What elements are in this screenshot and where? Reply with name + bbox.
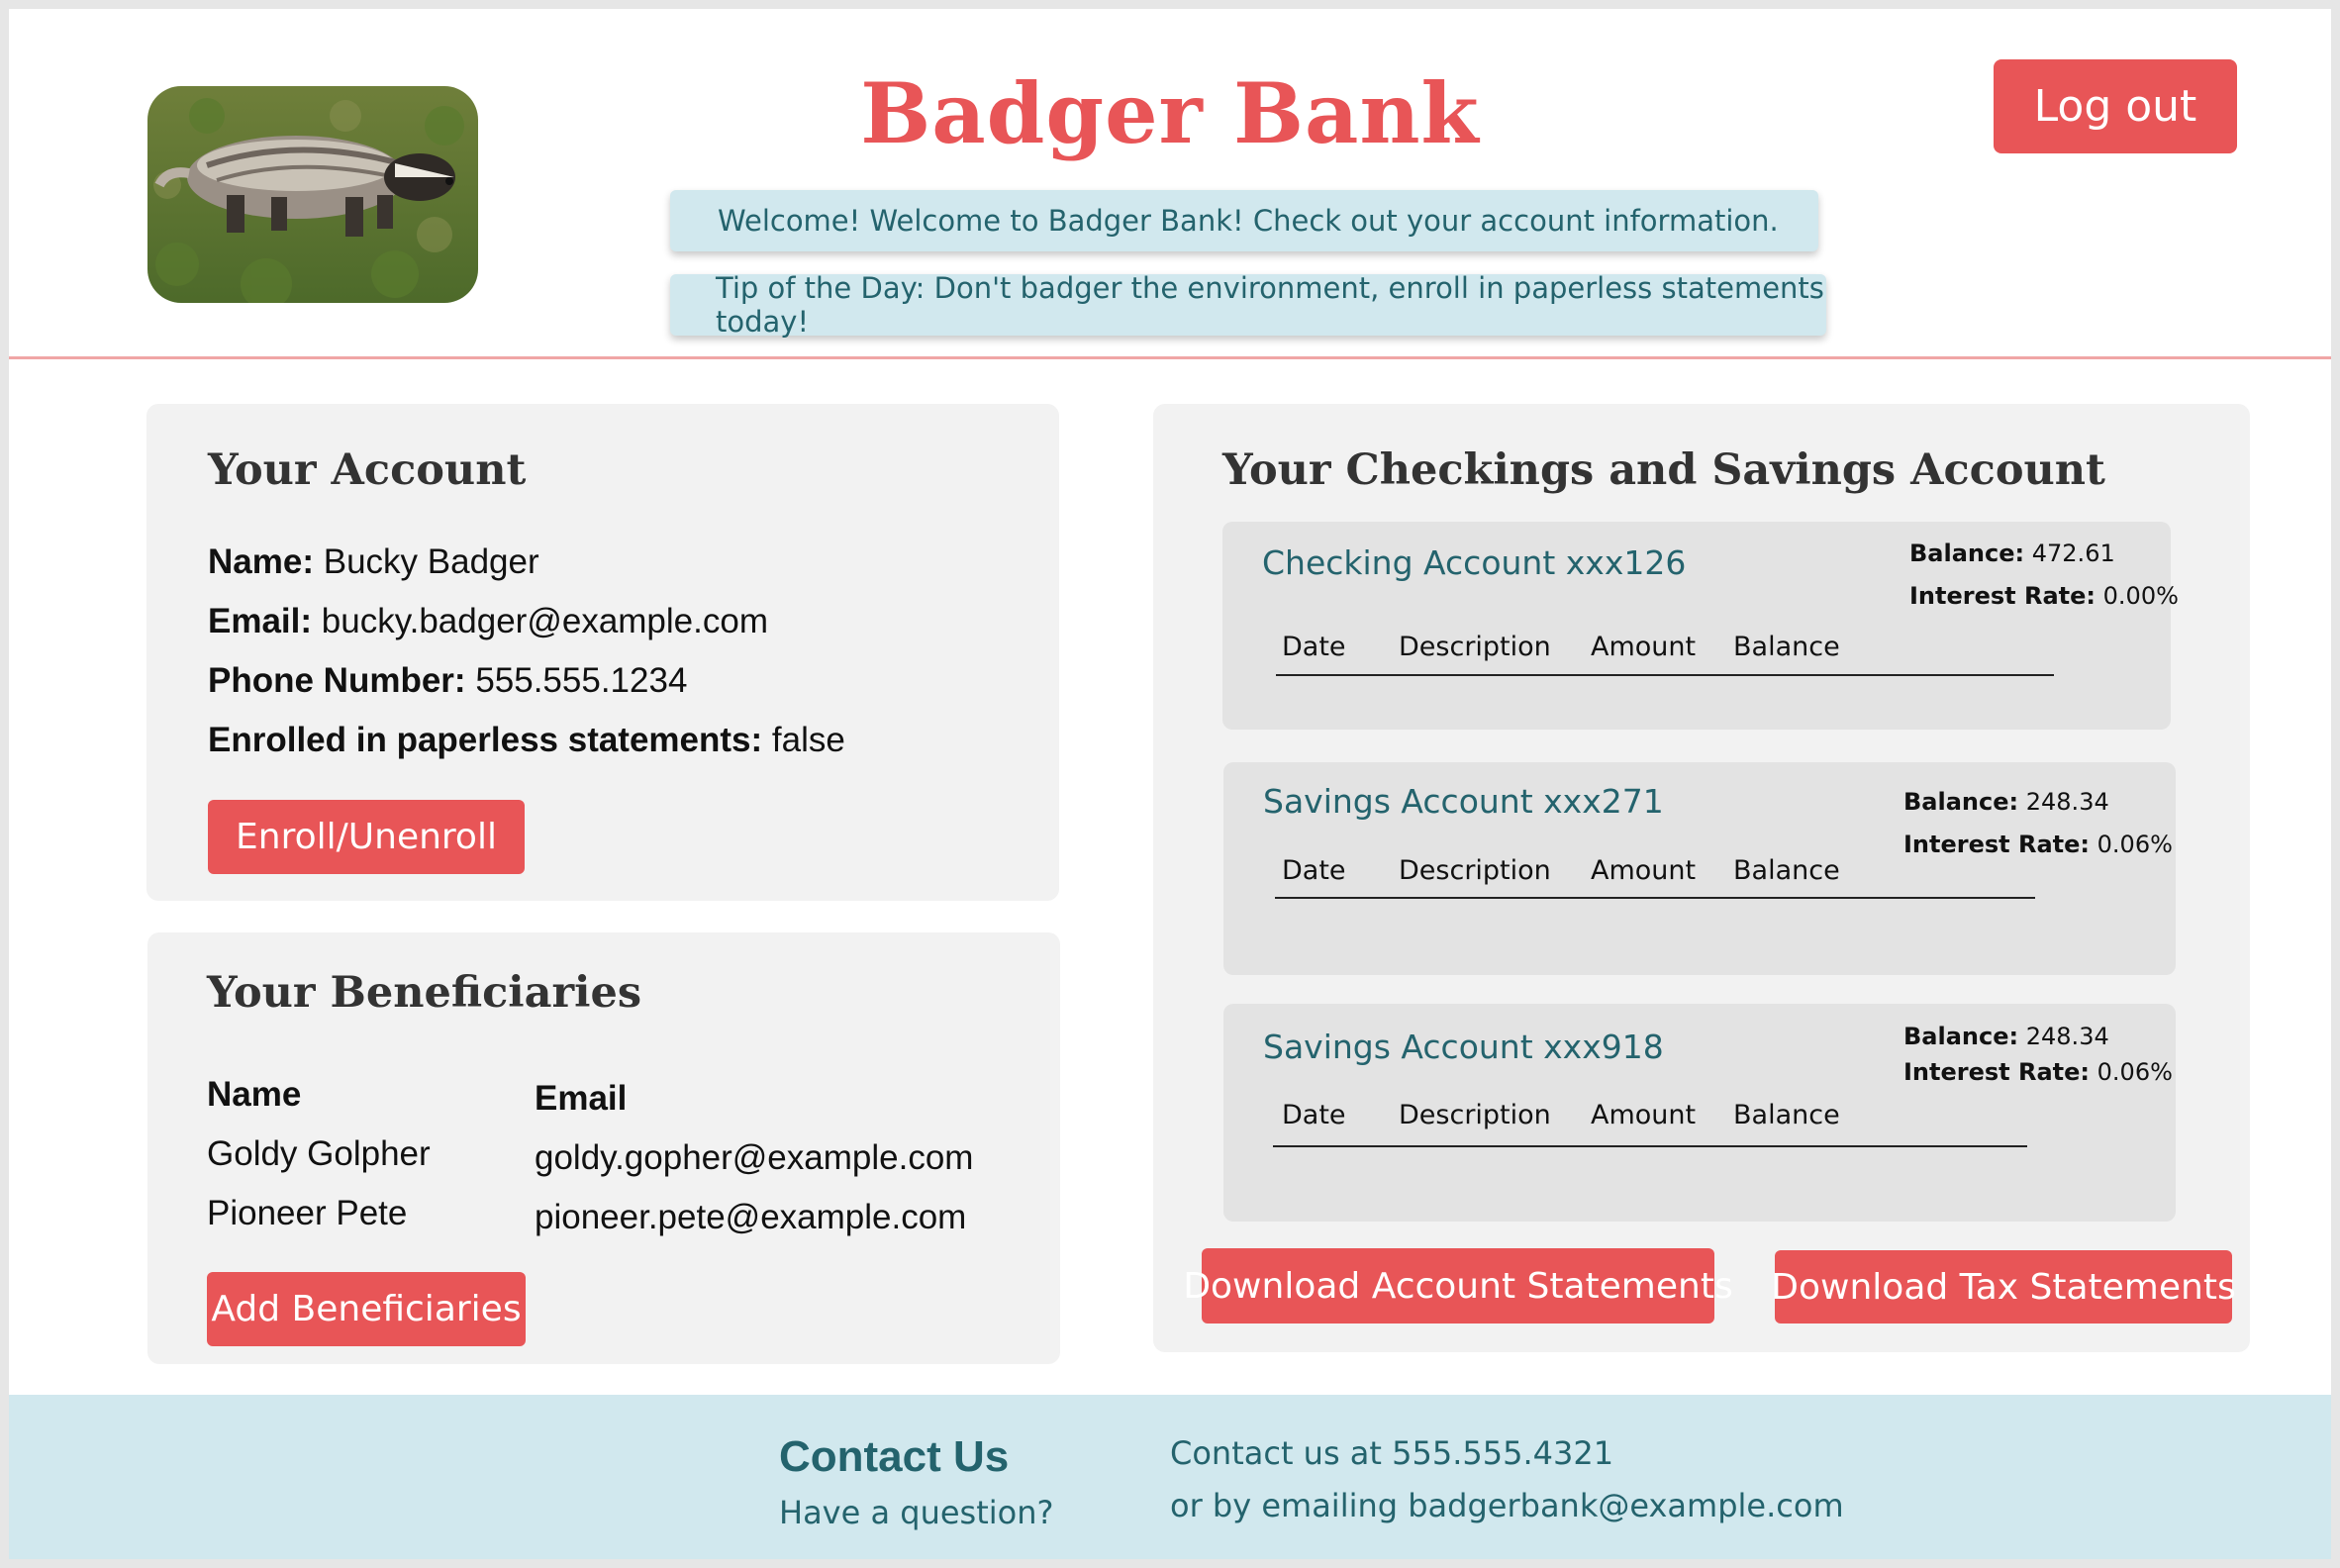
enroll-unenroll-button[interactable]: Enroll/Unenroll <box>208 800 525 874</box>
balance-value: 472.61 <box>2031 539 2115 567</box>
account-interest-rate: Interest Rate: 0.00% <box>1909 582 2179 610</box>
table-header-rule <box>1273 1145 2027 1147</box>
table-header-rule <box>1276 674 2054 676</box>
name-value: Bucky Badger <box>323 542 539 581</box>
column-header-description: Description <box>1399 632 1551 662</box>
header-divider <box>9 356 2331 359</box>
column-header-description: Description <box>1399 855 1551 886</box>
your-account-title: Your Account <box>208 445 527 495</box>
balance-value: 248.34 <box>2025 788 2109 816</box>
contact-phone-text: Contact us at 555.555.4321 <box>1170 1434 1614 1472</box>
paperless-value: false <box>771 721 845 759</box>
your-account-card: Your Account Name: Bucky Badger Email: b… <box>146 404 1059 901</box>
column-header-balance: Balance <box>1733 632 1840 662</box>
welcome-banner: Welcome! Welcome to Badger Bank! Check o… <box>670 190 1818 251</box>
column-header-description: Description <box>1399 1100 1551 1130</box>
add-beneficiaries-button[interactable]: Add Beneficiaries <box>207 1272 526 1346</box>
interest-rate-label: Interest Rate: <box>1903 1058 2091 1086</box>
balance-label: Balance: <box>1909 539 2025 567</box>
account-interest-rate: Interest Rate: 0.06% <box>1903 831 2173 858</box>
account-paperless-line: Enrolled in paperless statements: false <box>208 721 845 760</box>
name-label: Name: <box>208 542 314 581</box>
column-header-balance: Balance <box>1733 1100 1840 1130</box>
beneficiary-name-cell: Goldy Golpher <box>207 1134 431 1173</box>
download-tax-statements-button[interactable]: Download Tax Statements <box>1771 1250 2236 1323</box>
email-value: bucky.badger@example.com <box>321 602 768 640</box>
contact-us-subtitle: Have a question? <box>779 1494 1054 1531</box>
beneficiary-name-header: Name <box>207 1075 302 1114</box>
page-title: Badger Bank <box>860 64 1480 162</box>
footer: Contact Us Have a question? Contact us a… <box>9 1395 2331 1559</box>
email-label: Email: <box>208 602 313 640</box>
column-header-balance: Balance <box>1733 855 1840 886</box>
paperless-label: Enrolled in paperless statements: <box>208 721 763 759</box>
account-name: Savings Account xxx918 <box>1263 1028 1664 1066</box>
phone-value: 555.555.1234 <box>475 661 688 700</box>
your-beneficiaries-card: Your Beneficiaries Name Email Goldy Golp… <box>147 932 1060 1364</box>
column-header-date: Date <box>1282 855 1346 886</box>
logout-button[interactable]: Log out <box>1994 59 2237 153</box>
column-header-date: Date <box>1282 1100 1346 1130</box>
interest-rate-label: Interest Rate: <box>1903 831 2091 858</box>
beneficiary-email-header: Email <box>535 1079 628 1118</box>
account-balance: Balance: 472.61 <box>1909 539 2115 567</box>
beneficiary-email-cell: pioneer.pete@example.com <box>535 1198 967 1236</box>
download-account-statements-button[interactable]: Download Account Statements <box>1183 1248 1733 1323</box>
account-name: Savings Account xxx271 <box>1263 782 1664 821</box>
account-name-line: Name: Bucky Badger <box>208 542 539 582</box>
account-balance: Balance: 248.34 <box>1903 788 2109 816</box>
page: Badger Bank Log out Welcome! Welcome to … <box>9 9 2331 1559</box>
checking-savings-title: Your Checkings and Savings Account <box>1222 445 2105 495</box>
account-panel-savings-271: Savings Account xxx271 Balance: 248.34 I… <box>1223 762 2176 975</box>
balance-label: Balance: <box>1903 788 2019 816</box>
phone-label: Phone Number: <box>208 661 466 700</box>
account-panel-checking-126: Checking Account xxx126 Balance: 472.61 … <box>1222 522 2179 730</box>
account-name: Checking Account xxx126 <box>1262 543 1687 582</box>
table-header-rule <box>1275 897 2035 899</box>
checking-savings-card: Your Checkings and Savings Account Check… <box>1153 404 2250 1352</box>
balance-value: 248.34 <box>2025 1023 2109 1050</box>
account-panel-savings-918: Savings Account xxx918 Balance: 248.34 I… <box>1223 1004 2176 1222</box>
account-balance: Balance: 248.34 <box>1903 1023 2109 1050</box>
contact-us-title: Contact Us <box>779 1432 1010 1481</box>
interest-rate-label: Interest Rate: <box>1909 582 2096 610</box>
column-header-amount: Amount <box>1591 632 1697 662</box>
beneficiary-name-cell: Pioneer Pete <box>207 1194 408 1232</box>
column-header-date: Date <box>1282 632 1346 662</box>
account-email-line: Email: bucky.badger@example.com <box>208 602 768 641</box>
beneficiary-email-cell: goldy.gopher@example.com <box>535 1138 974 1177</box>
balance-label: Balance: <box>1903 1023 2019 1050</box>
account-phone-line: Phone Number: 555.555.1234 <box>208 661 687 701</box>
interest-rate-value: 0.06% <box>2096 831 2173 858</box>
tip-banner: Tip of the Day: Don't badger the environ… <box>670 271 1826 339</box>
contact-email-text: or by emailing badgerbank@example.com <box>1170 1487 1844 1524</box>
interest-rate-value: 0.06% <box>2096 1058 2173 1086</box>
your-beneficiaries-title: Your Beneficiaries <box>207 968 642 1018</box>
account-interest-rate: Interest Rate: 0.06% <box>1903 1058 2173 1086</box>
column-header-amount: Amount <box>1591 1100 1697 1130</box>
interest-rate-value: 0.00% <box>2102 582 2179 610</box>
column-header-amount: Amount <box>1591 855 1697 886</box>
